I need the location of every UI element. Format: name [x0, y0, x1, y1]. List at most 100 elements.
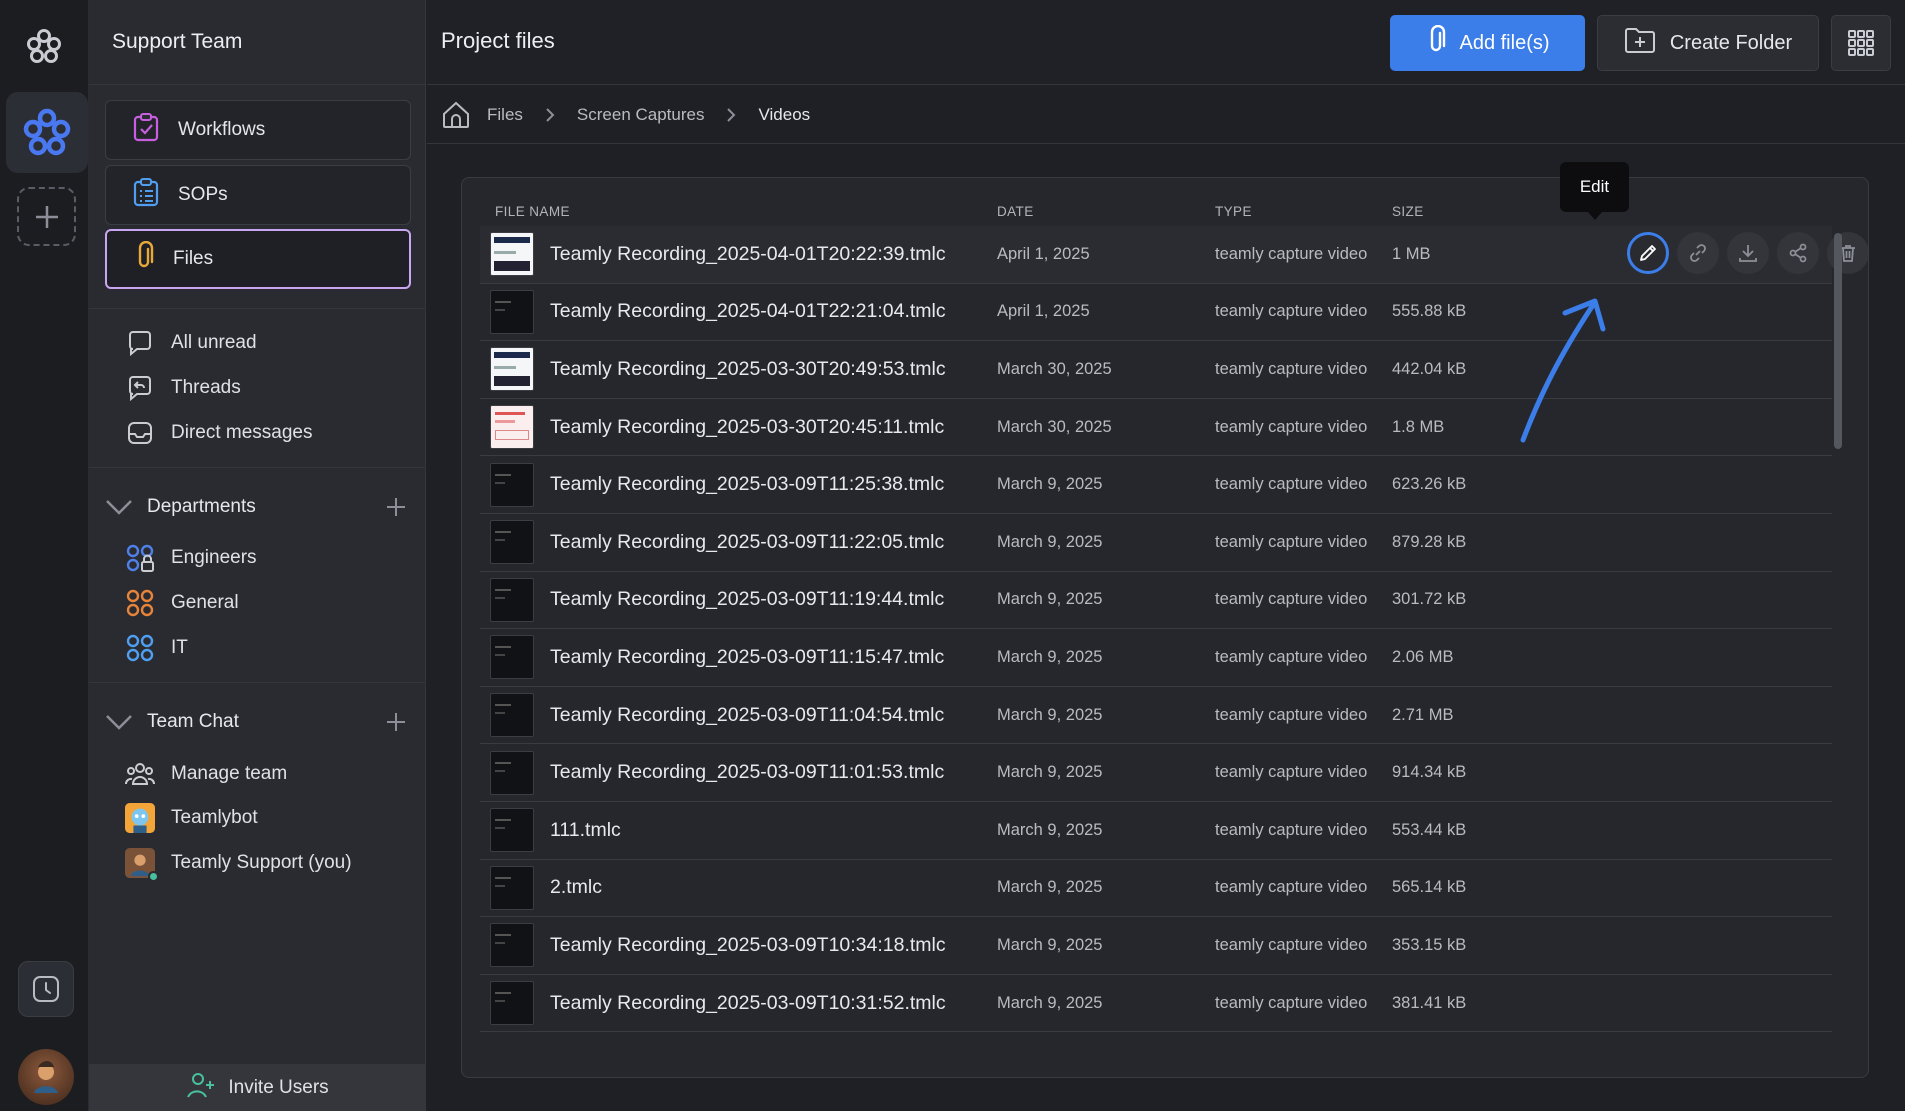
file-thumbnail[interactable]	[490, 520, 534, 565]
chat-teamly-support[interactable]: Teamly Support (you)	[125, 845, 352, 882]
nav-workflows[interactable]: Workflows	[105, 100, 411, 160]
edit-button[interactable]	[1627, 232, 1669, 274]
table-row[interactable]: Teamly Recording_2025-03-30T20:45:11.tml…	[480, 399, 1832, 457]
history-button[interactable]	[18, 961, 74, 1017]
file-name[interactable]: Teamly Recording_2025-03-09T11:04:54.tml…	[550, 704, 944, 727]
col-size[interactable]: SIZE	[1392, 204, 1424, 219]
table-row[interactable]: Teamly Recording_2025-03-09T11:25:38.tml…	[480, 456, 1832, 514]
user-avatar[interactable]	[18, 1049, 74, 1105]
file-thumbnail[interactable]	[490, 693, 534, 738]
file-thumbnail[interactable]	[490, 981, 534, 1026]
file-name[interactable]: Teamly Recording_2025-03-09T11:25:38.tml…	[550, 473, 944, 496]
table-row[interactable]: Teamly Recording_2025-03-09T11:22:05.tml…	[480, 514, 1832, 572]
link-threads[interactable]: Threads	[125, 370, 241, 406]
file-thumbnail[interactable]	[490, 347, 534, 392]
file-type: teamly capture video	[1215, 359, 1368, 378]
link-all-unread[interactable]: All unread	[125, 325, 257, 361]
file-thumbnail[interactable]	[490, 577, 534, 622]
file-name[interactable]: 2.tmlc	[550, 876, 602, 899]
table-row[interactable]: Teamly Recording_2025-04-01T20:22:39.tml…	[480, 226, 1868, 284]
file-thumbnail[interactable]	[490, 405, 534, 450]
file-name[interactable]: Teamly Recording_2025-03-30T20:45:11.tml…	[550, 416, 944, 439]
table-row[interactable]: Teamly Recording_2025-04-01T22:21:04.tml…	[480, 284, 1832, 342]
breadcrumb-videos: Videos	[758, 104, 811, 124]
paperclip-icon	[133, 240, 155, 277]
file-thumbnail[interactable]	[490, 750, 534, 795]
file-thumbnail[interactable]	[490, 289, 534, 334]
add-files-button[interactable]: Add file(s)	[1390, 15, 1585, 71]
team-name[interactable]: Support Team	[89, 0, 425, 85]
chat-manage-team[interactable]: Manage team	[125, 756, 287, 792]
breadcrumb-files[interactable]: Files	[487, 105, 523, 125]
table-row[interactable]: Teamly Recording_2025-03-30T20:49:53.tml…	[480, 341, 1832, 399]
file-size: 555.88 kB	[1392, 302, 1467, 321]
col-type[interactable]: TYPE	[1215, 204, 1252, 219]
table-row[interactable]: Teamly Recording_2025-03-09T11:19:44.tml…	[480, 572, 1832, 630]
create-folder-label: Create Folder	[1669, 31, 1793, 54]
add-team-button[interactable]	[17, 187, 76, 246]
file-size: 301.72 kB	[1392, 590, 1467, 609]
department-engineers[interactable]: Engineers	[125, 540, 257, 576]
file-size: 1.8 MB	[1392, 417, 1445, 436]
nav-files-label: Files	[173, 248, 214, 269]
nav-files[interactable]: Files	[105, 229, 411, 289]
department-general[interactable]: General	[125, 585, 239, 621]
chevron-down-icon[interactable]	[103, 707, 135, 737]
invite-users-button[interactable]: Invite Users	[89, 1064, 426, 1111]
link-direct-messages[interactable]: Direct messages	[125, 415, 313, 451]
file-thumbnail[interactable]	[490, 635, 534, 680]
add-department-icon[interactable]	[383, 494, 409, 520]
file-name[interactable]: Teamly Recording_2025-03-09T11:01:53.tml…	[550, 761, 944, 784]
file-thumbnail[interactable]	[490, 462, 534, 507]
user-avatar	[125, 848, 159, 882]
file-name[interactable]: Teamly Recording_2025-04-01T22:21:04.tml…	[550, 300, 946, 323]
file-size: 381.41 kB	[1392, 993, 1467, 1012]
file-thumbnail[interactable]	[490, 808, 534, 853]
table-row[interactable]: Teamly Recording_2025-03-09T10:31:52.tml…	[480, 975, 1832, 1033]
file-name[interactable]: Teamly Recording_2025-03-30T20:49:53.tml…	[550, 358, 946, 381]
table-row[interactable]: Teamly Recording_2025-03-09T11:04:54.tml…	[480, 687, 1832, 745]
department-it[interactable]: IT	[125, 630, 188, 666]
inbox-icon	[125, 418, 155, 448]
department-grid-icon	[125, 543, 155, 573]
file-rows: Teamly Recording_2025-04-01T20:22:39.tml…	[480, 226, 1868, 1033]
create-folder-button[interactable]: Create Folder	[1597, 15, 1819, 71]
add-chat-icon[interactable]	[383, 709, 409, 735]
file-name[interactable]: Teamly Recording_2025-03-09T11:19:44.tml…	[550, 588, 944, 611]
col-file-name[interactable]: FILE NAME	[495, 204, 570, 219]
departments-header[interactable]: Departments	[103, 492, 405, 522]
file-name[interactable]: Teamly Recording_2025-03-09T10:34:18.tml…	[550, 934, 946, 957]
folder-plus-icon	[1624, 26, 1656, 60]
table-row[interactable]: Teamly Recording_2025-03-09T11:01:53.tml…	[480, 744, 1832, 802]
home-icon[interactable]	[441, 100, 471, 130]
file-date: March 30, 2025	[997, 359, 1112, 378]
file-date: April 1, 2025	[997, 302, 1090, 321]
table-row[interactable]: 2.tmlc March 9, 2025 teamly capture video 5…	[480, 860, 1832, 918]
file-name[interactable]: Teamly Recording_2025-03-09T11:22:05.tml…	[550, 531, 944, 554]
table-row[interactable]: 111.tmlc March 9, 2025 teamly capture vide…	[480, 802, 1832, 860]
table-row[interactable]: Teamly Recording_2025-03-09T10:34:18.tml…	[480, 917, 1832, 975]
scrollbar-thumb[interactable]	[1834, 233, 1842, 449]
table-row[interactable]: Teamly Recording_2025-03-09T11:15:47.tml…	[480, 629, 1832, 687]
team-chat-header[interactable]: Team Chat	[103, 707, 405, 737]
share-button[interactable]	[1777, 232, 1819, 274]
file-type: teamly capture video	[1215, 244, 1368, 263]
download-button[interactable]	[1727, 232, 1769, 274]
file-name[interactable]: Teamly Recording_2025-03-09T10:31:52.tml…	[550, 992, 946, 1015]
chevron-down-icon[interactable]	[103, 492, 135, 522]
file-name[interactable]: 111.tmlc	[550, 819, 621, 842]
department-engineers-label: Engineers	[171, 547, 257, 568]
file-thumbnail[interactable]	[490, 923, 534, 968]
chat-teamlybot[interactable]: Teamlybot	[125, 800, 258, 836]
file-name[interactable]: Teamly Recording_2025-04-01T20:22:39.tml…	[550, 243, 946, 266]
copy-link-button[interactable]	[1677, 232, 1719, 274]
view-toggle-button[interactable]	[1831, 15, 1891, 71]
file-thumbnail[interactable]	[490, 865, 534, 910]
breadcrumb-screen-captures[interactable]: Screen Captures	[577, 105, 705, 125]
file-name[interactable]: Teamly Recording_2025-03-09T11:15:47.tml…	[550, 646, 944, 669]
nav-sops[interactable]: SOPs	[105, 165, 411, 225]
teamly-logo-icon[interactable]	[22, 24, 66, 68]
file-thumbnail[interactable]	[490, 232, 534, 277]
team-switch-support[interactable]	[6, 92, 88, 173]
col-date[interactable]: DATE	[997, 204, 1034, 219]
